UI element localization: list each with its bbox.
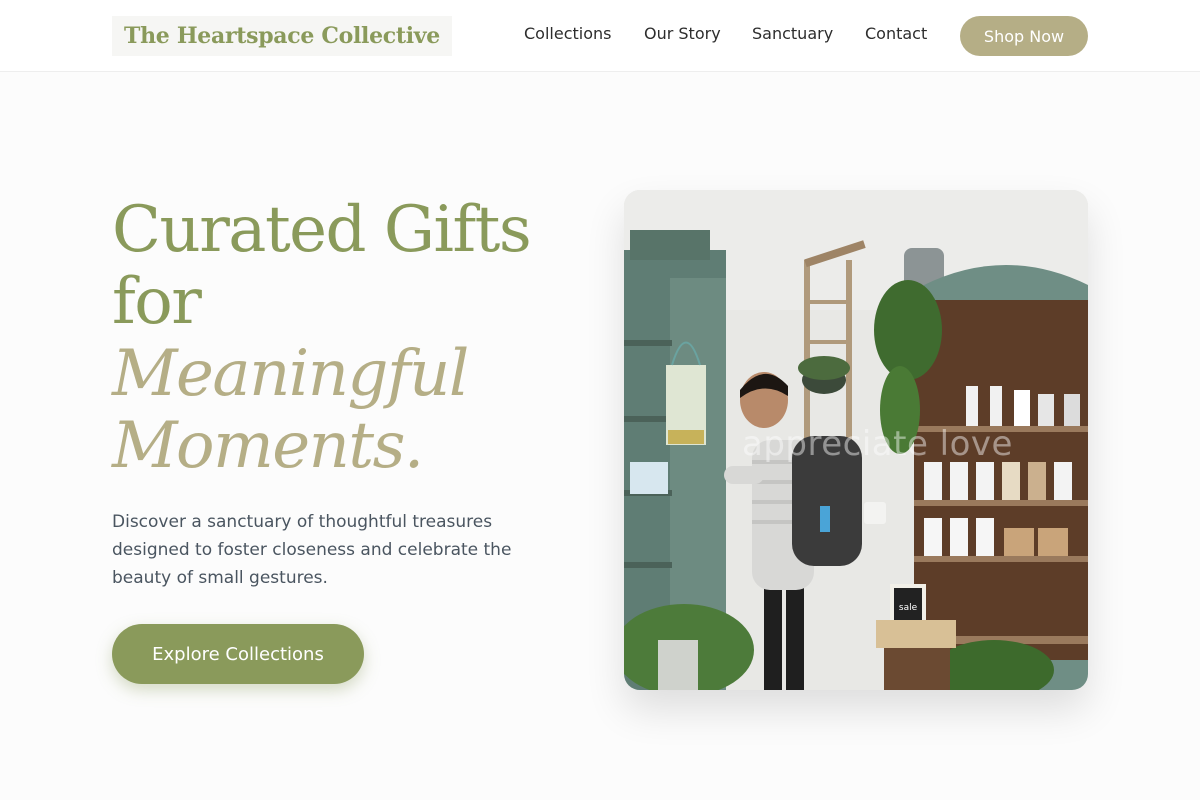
shop-now-button[interactable]: Shop Now: [960, 16, 1088, 56]
brand-logo[interactable]: The Heartspace Collective: [112, 16, 452, 56]
hero-title-line: Curated Gifts: [112, 193, 532, 267]
hero-title-accent: Moments.: [112, 409, 424, 483]
hero-description-line: Discover a sanctuary of thoughtful treas…: [112, 512, 493, 532]
site-header: The Heartspace Collective Collections Ou…: [0, 0, 1200, 72]
hero-description-line: designed to foster closeness and celebra…: [112, 540, 512, 560]
hero-shop-image: sale appreciate love: [624, 190, 1088, 690]
hero-description-line: beauty of small gestures.: [112, 568, 328, 588]
explore-collections-button[interactable]: Explore Collections: [112, 624, 364, 684]
image-overlay-text: appreciate love: [742, 424, 1013, 464]
hero-title: Curated Gifts for Meaningful Moments.: [112, 194, 582, 482]
sale-sign-text: sale: [899, 603, 918, 613]
hero-title-line: for: [112, 265, 202, 339]
nav-link-our-story[interactable]: Our Story: [644, 24, 721, 43]
nav-link-collections[interactable]: Collections: [524, 24, 611, 43]
hero-description: Discover a sanctuary of thoughtful treas…: [112, 508, 552, 592]
nav-link-contact[interactable]: Contact: [865, 24, 927, 43]
nav-link-sanctuary[interactable]: Sanctuary: [752, 24, 833, 43]
hero-title-accent: Meaningful: [112, 337, 469, 411]
